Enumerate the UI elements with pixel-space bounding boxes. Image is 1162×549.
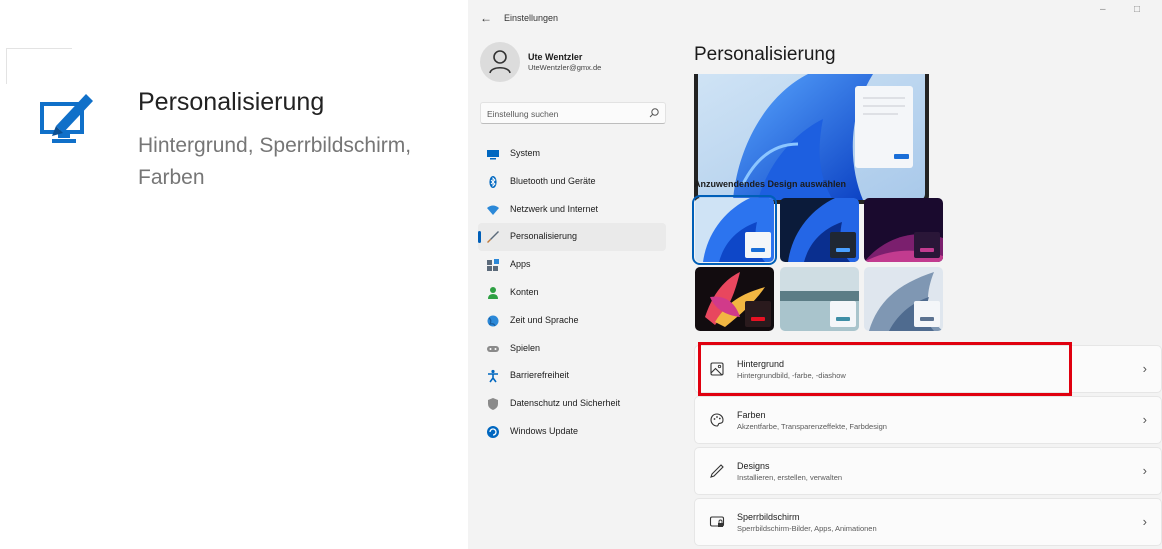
sidebar-item-label: Netzwerk und Internet — [510, 203, 599, 214]
sidebar-item-label: Bluetooth und Geräte — [510, 175, 596, 186]
palette-icon — [710, 413, 724, 427]
theme-grid — [692, 195, 945, 338]
chevron-right-icon: › — [1142, 463, 1147, 478]
sidebar-item-time-language[interactable]: Zeit und Sprache — [478, 307, 666, 335]
account-icon — [488, 286, 498, 299]
person-icon — [489, 50, 511, 74]
card-title: Designs — [737, 461, 770, 471]
shield-icon — [488, 398, 498, 411]
sidebar-item-label: Spielen — [510, 342, 541, 353]
theme-windows-dark[interactable] — [780, 198, 859, 262]
apps-icon — [487, 259, 499, 272]
sidebar-item-label: Personalisierung — [510, 231, 578, 242]
card-subtitle: Akzentfarbe, Transparenzeffekte, Farbdes… — [737, 422, 887, 431]
sidebar-item-label: Apps — [510, 259, 531, 270]
active-indicator — [478, 231, 481, 244]
card-title: Sperrbildschirm — [737, 512, 800, 522]
settings-window: ← Einstellungen – □ Ute Wentzler UteWent… — [468, 0, 1162, 549]
chevron-right-icon: › — [1142, 514, 1147, 529]
sidebar-item-label: System — [510, 148, 541, 158]
globe-clock-icon — [487, 315, 499, 327]
theme-glow[interactable] — [864, 198, 943, 262]
personalize-pen-icon — [36, 86, 98, 148]
promo-subtitle: Hintergrund, Sperrbildschirm, Farben — [138, 134, 412, 189]
theme-flow[interactable] — [864, 267, 943, 331]
avatar[interactable] — [480, 42, 520, 82]
pen-icon — [710, 464, 724, 478]
sidebar-item-system[interactable]: System — [478, 140, 666, 168]
theme-windows-light[interactable] — [692, 195, 777, 265]
gamepad-icon — [487, 345, 499, 352]
chevron-right-icon: › — [1142, 361, 1147, 376]
card-designs[interactable]: Designs Installieren, erstellen, verwalt… — [694, 447, 1162, 495]
sidebar-item-label: Datenschutz und Sicherheit — [510, 398, 621, 409]
user-name: Ute Wentzler — [528, 52, 583, 62]
sidebar-item-privacy-security[interactable]: Datenschutz und Sicherheit — [478, 390, 666, 418]
search-icon[interactable] — [648, 107, 660, 119]
design-heading: Anzuwendendes Design auswählen — [694, 179, 847, 189]
minimize-button[interactable]: – — [1100, 4, 1106, 15]
promo-frame-corner — [6, 48, 72, 84]
sidebar-item-apps[interactable]: Apps — [478, 251, 666, 279]
sidebar-item-personalization[interactable]: Personalisierung — [478, 223, 666, 252]
titlebar: ← Einstellungen – □ — [468, 0, 1162, 36]
sidebar-item-windows-update[interactable]: Windows Update — [478, 418, 666, 446]
sidebar-item-bluetooth[interactable]: Bluetooth und Geräte — [478, 168, 666, 196]
sidebar-item-label: Barrierefreiheit — [510, 370, 570, 381]
search-input[interactable]: Einstellung suchen — [480, 102, 666, 124]
promo-panel: Personalisierung Hintergrund, Sperrbilds… — [0, 0, 468, 549]
main-content: Personalisierung Anzuwendendes Design au… — [692, 36, 1162, 549]
card-subtitle: Sperrbildschirm-Bilder, Apps, Animatione… — [737, 524, 877, 533]
card-lock-screen[interactable]: Sperrbildschirm Sperrbildschirm-Bilder, … — [694, 498, 1162, 546]
sidebar-item-accounts[interactable]: Konten — [478, 279, 666, 307]
sidebar-nav: System Bluetooth und Geräte Netzwerk und… — [478, 140, 666, 446]
user-email: UteWentzler@gmx.de — [528, 63, 602, 72]
theme-sunrise[interactable] — [780, 267, 859, 331]
card-title: Farben — [737, 410, 766, 420]
highlight-box — [698, 342, 1072, 396]
app-title: Einstellungen — [504, 13, 559, 23]
maximize-button[interactable]: □ — [1134, 4, 1140, 15]
wifi-icon — [487, 205, 499, 215]
sidebar-item-gaming[interactable]: Spielen — [478, 335, 666, 363]
search-placeholder: Einstellung suchen — [487, 109, 559, 119]
page-title: Personalisierung — [694, 44, 836, 65]
back-arrow-icon[interactable]: ← — [480, 11, 492, 25]
chevron-right-icon: › — [1142, 412, 1147, 427]
bluetooth-icon — [489, 175, 497, 188]
sidebar-item-label: Windows Update — [510, 425, 579, 436]
sidebar-item-label: Konten — [510, 286, 539, 297]
sidebar-item-network[interactable]: Netzwerk und Internet — [478, 196, 666, 224]
theme-captured-motion[interactable] — [695, 267, 774, 331]
sidebar-item-accessibility[interactable]: Barrierefreiheit — [478, 362, 666, 390]
card-subtitle: Installieren, erstellen, verwalten — [737, 473, 843, 482]
promo-title: Personalisierung — [138, 88, 325, 116]
windows-update-icon — [487, 425, 499, 438]
accessibility-icon — [488, 370, 498, 383]
system-monitor-icon — [487, 150, 499, 160]
lock-screen-icon — [709, 516, 725, 527]
sidebar-item-label: Zeit und Sprache — [510, 314, 579, 325]
card-colors[interactable]: Farben Akzentfarbe, Transparenzeffekte, … — [694, 396, 1162, 444]
brush-icon — [487, 231, 499, 244]
